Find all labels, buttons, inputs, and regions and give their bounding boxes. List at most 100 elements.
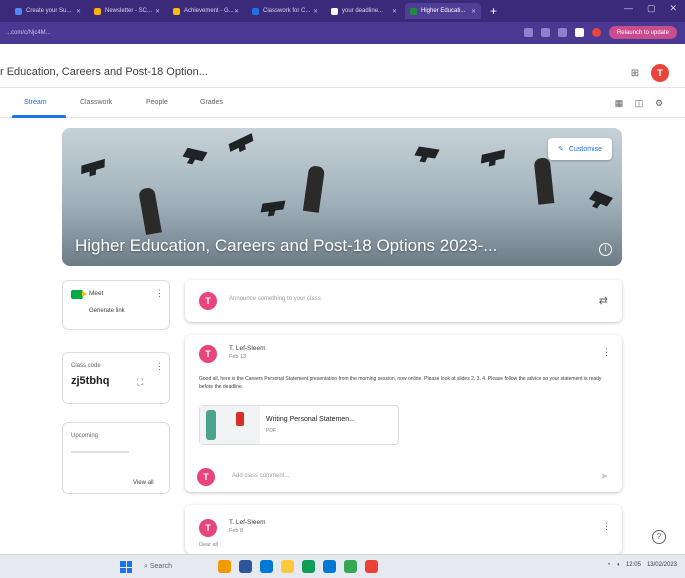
tab-favicon-icon [331, 7, 338, 15]
meet-label: Meet [89, 290, 104, 297]
browser-tab[interactable]: Create your Su... ✕ [10, 3, 86, 19]
browser-tab[interactable]: your deadline... ✕ [326, 3, 402, 19]
post-author: T. Lef-Sleem [229, 345, 266, 352]
new-tab-button[interactable]: + [490, 4, 497, 18]
upcoming-placeholder [71, 451, 129, 453]
drive-folder-icon[interactable]: ◫ [634, 98, 644, 108]
avatar[interactable]: T [651, 64, 669, 82]
graduation-cap-icon [480, 149, 506, 164]
close-icon[interactable]: ✕ [313, 8, 318, 15]
close-window-icon[interactable]: ✕ [669, 3, 677, 14]
system-tray[interactable]: ◔ ◖ 12:05 13/02/2023 [607, 562, 677, 568]
more-options-icon[interactable]: ⋮ [602, 347, 611, 358]
raised-arm [302, 165, 326, 213]
browser-toolbar: Relaunch to update [523, 26, 677, 39]
graduation-cap-icon [588, 190, 614, 207]
attachment-title: Writing Personal Statemen... [266, 416, 355, 423]
repost-icon[interactable]: ⇄ [599, 294, 608, 307]
close-icon[interactable]: ✕ [471, 8, 476, 15]
customise-button[interactable]: ✎ Customise [548, 138, 612, 160]
view-all-link[interactable]: View all [133, 480, 154, 486]
window-controls: — ▢ ✕ [624, 3, 677, 14]
maximize-icon[interactable]: ▢ [647, 3, 656, 14]
graduation-cap-icon [260, 200, 286, 213]
wifi-icon[interactable]: ◔ [607, 562, 611, 568]
classroom-header: r Education, Careers and Post-18 Option.… [0, 44, 685, 88]
close-icon[interactable]: ✕ [155, 8, 160, 15]
apps-grid-icon[interactable]: ⊞ [629, 68, 641, 80]
windows-taskbar: ⌕ Search ◔ ◖ 12:05 13/02/2023 [0, 554, 685, 578]
windows-start-icon[interactable] [120, 561, 132, 573]
tab-favicon-icon [252, 7, 259, 15]
active-tab-indicator [12, 115, 66, 118]
class-code-value: zj5tbhq [71, 375, 110, 387]
help-icon[interactable]: ? [652, 530, 666, 544]
tab-classwork[interactable]: Classwork [80, 99, 112, 106]
graduation-cap-icon [414, 146, 440, 159]
post-author: T. Lef-Sleem [229, 519, 266, 526]
class-code-card: Class code ⋮ zj5tbhq ⛶ [62, 352, 170, 404]
taskbar-app-icon[interactable] [302, 560, 315, 573]
more-options-icon[interactable]: ⋮ [155, 288, 164, 299]
post-date: Feb 8 [229, 528, 244, 534]
taskbar-apps [218, 560, 378, 573]
tab-favicon-icon [94, 7, 101, 15]
minimize-icon[interactable]: — [624, 3, 633, 14]
sidebar-icon[interactable] [574, 28, 584, 37]
taskbar-app-icon[interactable] [218, 560, 231, 573]
relaunch-button[interactable]: Relaunch to update [608, 26, 677, 39]
clock-time: 12:05 [625, 562, 641, 568]
tab-favicon-icon [15, 7, 22, 15]
close-icon[interactable]: ✕ [392, 8, 397, 15]
volume-icon[interactable]: ◖ [616, 562, 620, 568]
attachment-card[interactable]: Writing Personal Statemen... PDF [199, 405, 399, 445]
browser-tab[interactable]: Newsletter - SC... ✕ [89, 3, 165, 19]
calendar-icon[interactable]: ▦ [614, 98, 624, 108]
class-title[interactable]: r Education, Careers and Post-18 Option.… [0, 66, 208, 78]
meet-card: Meet ⋮ Generate link [62, 280, 170, 330]
taskbar-app-icon[interactable] [323, 560, 336, 573]
more-options-icon[interactable]: ⋮ [602, 521, 611, 532]
upcoming-card: Upcoming View all [62, 422, 170, 494]
url-text[interactable]: ...com/c/Njc4M... [6, 30, 51, 36]
browser-tab[interactable]: Achievement - G... ✕ [168, 3, 244, 19]
banner-title: Higher Education, Careers and Post-18 Op… [75, 236, 498, 255]
settings-gear-icon[interactable]: ⚙ [654, 98, 664, 108]
info-icon[interactable]: i [599, 243, 612, 256]
graduation-cap-icon [182, 147, 208, 162]
star-icon[interactable] [540, 28, 550, 37]
meet-generate-link[interactable]: Generate link [89, 308, 125, 314]
stream-post: T T. Lef-Sleem Feb 8 ⋮ Dear all [185, 505, 622, 554]
taskbar-app-icon[interactable] [365, 560, 378, 573]
send-icon[interactable]: ➤ [600, 471, 608, 482]
bottle-image [236, 412, 244, 426]
more-options-icon[interactable]: ⋮ [155, 361, 164, 372]
taskbar-app-icon[interactable] [344, 560, 357, 573]
close-icon[interactable]: ✕ [234, 8, 239, 15]
tab-stream[interactable]: Stream [24, 99, 47, 106]
browser-tab-active[interactable]: Higher Educati... ✕ [405, 3, 481, 19]
attachment-type: PDF [266, 428, 276, 434]
post-date: Feb 13 [229, 354, 247, 360]
tab-people[interactable]: People [146, 99, 168, 106]
comment-input[interactable]: Add class comment... [232, 473, 289, 479]
announce-placeholder: Announce something to your class [229, 296, 321, 302]
browser-tab[interactable]: Classwork for C... ✕ [247, 3, 323, 19]
tab-favicon-icon [410, 7, 417, 15]
profile-icon[interactable] [591, 28, 601, 37]
taskbar-app-icon[interactable] [281, 560, 294, 573]
close-icon[interactable]: ✕ [76, 8, 81, 15]
post-body: Dear all [199, 542, 218, 548]
tab-grades[interactable]: Grades [200, 99, 223, 106]
taskbar-app-icon[interactable] [239, 560, 252, 573]
extensions-icon[interactable] [557, 28, 567, 37]
avatar: T [199, 519, 217, 537]
taskbar-app-icon[interactable] [260, 560, 273, 573]
fullscreen-icon[interactable]: ⛶ [137, 377, 143, 388]
address-bar: ...com/c/Njc4M... Relaunch to update [0, 22, 685, 44]
announce-box[interactable]: T Announce something to your class ⇄ [185, 280, 622, 322]
avatar: T [199, 345, 217, 363]
share-icon[interactable] [523, 28, 533, 37]
upcoming-label: Upcoming [71, 433, 99, 439]
taskbar-search[interactable]: ⌕ Search [144, 563, 172, 571]
